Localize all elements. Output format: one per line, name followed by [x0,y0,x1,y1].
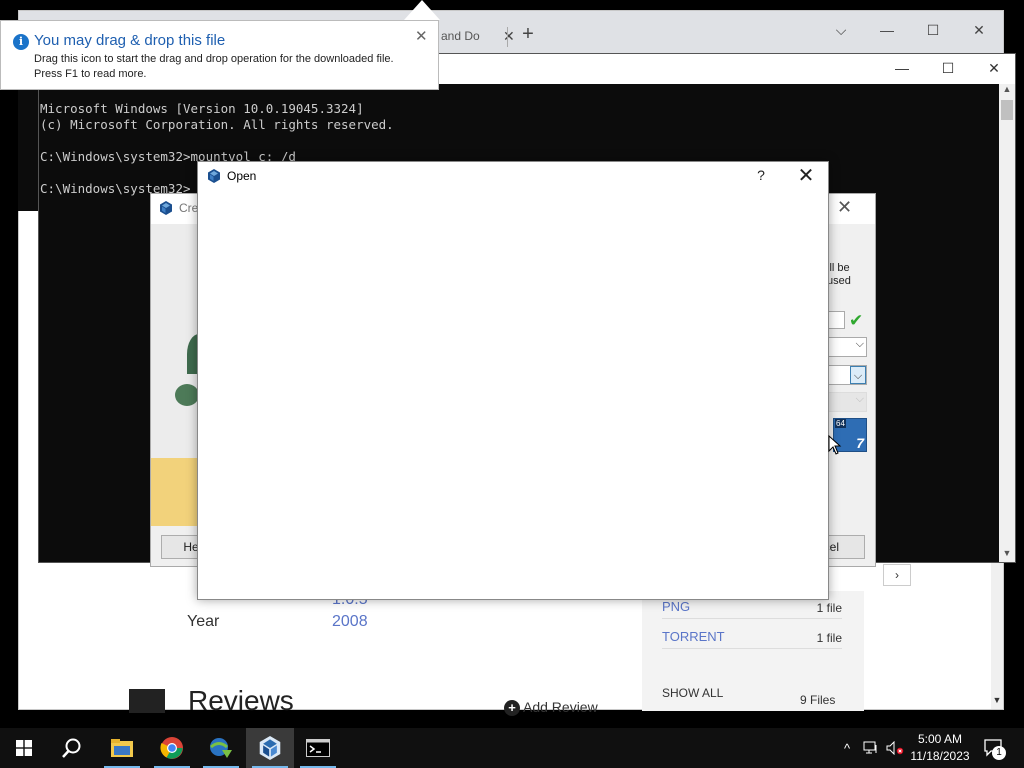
chevron-down-icon: ⌵ [855,393,864,405]
sand-decoration [151,458,199,526]
drag-drop-notification[interactable]: i You may drag & drop this file Drag thi… [0,0,440,90]
file-format-name[interactable]: PNG [662,599,690,614]
console-close-button[interactable]: ✕ [971,54,1017,84]
reviews-icon [129,689,165,713]
add-review-label: Add Review [523,699,598,715]
show-all-link[interactable]: SHOW ALL [662,686,723,700]
scroll-down-arrow-icon[interactable]: ▼ [999,548,1015,562]
system-clock[interactable]: 5:00 AM 11/18/2023 [904,731,976,765]
notification-body: Drag this icon to start the drag and dro… [34,52,434,82]
taskbar-file-explorer[interactable] [98,728,146,768]
scroll-down-arrow-icon[interactable]: ▼ [991,695,1003,709]
console-scrollbar[interactable]: ▲ ▼ [999,84,1015,562]
vm-name-field[interactable] [827,311,845,329]
browser-tab-title: and Do [441,29,480,43]
search-icon [62,738,81,758]
wizard-side-image [151,224,211,526]
notification-line: Drag this icon to start the drag and dro… [34,53,394,65]
hint-line: ill be [827,262,850,274]
taskbar-command-prompt[interactable] [294,728,342,768]
browser-tab[interactable]: and Do ✕ [441,21,527,53]
reviews-heading: Reviews [188,685,294,716]
console-line: ​ [40,133,394,149]
os-version-label: 7 [856,435,864,451]
close-icon[interactable]: ✕ [837,197,852,218]
open-dialog-titlebar[interactable]: Open ? ✕ [198,162,828,192]
notification-count-badge: 1 [992,746,1006,760]
folder-combo[interactable]: ⌵ [827,337,867,357]
os-subtype-combo: ⌵ [827,392,867,412]
new-tab-icon[interactable]: + [517,23,539,45]
console-minimize-button[interactable]: — [879,54,925,84]
leaf-decoration [175,384,199,406]
chevron-down-icon: ⌵ [850,366,866,384]
clock-time: 5:00 AM [917,732,963,746]
notification-pointer [404,0,440,20]
search-button[interactable] [48,728,96,768]
hint-line: used [827,275,851,287]
create-vm-title: Cre [179,201,199,215]
meta-year-label: Year [187,613,220,630]
tray-overflow-chevron-icon[interactable]: ^ [836,728,858,768]
file-format-count: 1 file [816,631,842,645]
virtualbox-icon [160,201,172,215]
add-circle-icon: + [504,700,520,716]
notification-heading: You may drag & drop this file [34,32,226,49]
browser-close-button[interactable]: ✕ [957,15,1001,45]
console-shadow-strip [18,81,39,211]
file-format-row[interactable]: TORRENT 1 file [662,625,842,649]
console-maximize-button[interactable]: ☐ [925,54,971,84]
add-review-button[interactable]: + Add Review [504,699,598,716]
meta-year-value[interactable]: 2008 [332,613,368,631]
help-icon[interactable]: ? [754,167,768,183]
volume-muted-icon[interactable] [884,728,906,768]
virtualbox-icon [259,736,281,760]
tab-close-icon[interactable]: ✕ [503,28,515,45]
files-total-count: 9 Files [800,693,836,707]
tab-separator [507,27,508,47]
scrollbar-thumb[interactable] [1001,100,1013,120]
open-dialog-title: Open [227,169,257,183]
console-line: Microsoft Windows [Version 10.0.19045.33… [40,101,364,116]
close-icon[interactable]: ✕ [796,163,816,188]
windows-logo-icon [16,740,32,756]
close-icon[interactable]: ✕ [415,27,428,45]
download-options-panel: PNG 1 file TORRENT 1 file SHOW ALL 9 Fil… [642,591,864,711]
carousel-next-icon[interactable]: › [883,564,911,586]
open-file-dialog[interactable]: Open ? ✕ [197,161,829,600]
chevron-down-icon: ⌵ [855,338,864,350]
folder-icon [111,739,133,757]
taskbar-download-manager[interactable] [197,728,245,768]
clock-date: 11/18/2023 [910,749,970,763]
os-type-combo[interactable]: ⌵ [827,365,867,385]
chrome-icon [160,737,183,759]
valid-check-icon: ✔ [849,311,864,330]
info-icon: i [13,34,29,50]
browser-minimize-button[interactable]: — [865,15,909,45]
os-bits-label: 64 [835,419,846,428]
file-format-name[interactable]: TORRENT [662,629,725,644]
taskbar-chrome[interactable] [148,728,196,768]
taskbar-virtualbox[interactable] [246,728,294,768]
taskbar: ^ 5:00 AM 11/18/2023 1 [0,728,1024,768]
console-line: (c) Microsoft Corporation. All rights re… [40,117,394,132]
tab-search-chevron-icon[interactable]: ⌵ [819,15,863,45]
action-center-button[interactable]: 1 [980,728,1008,768]
notification-line: Press F1 to read more. [34,68,147,80]
start-button[interactable] [0,728,48,768]
scroll-up-arrow-icon[interactable]: ▲ [999,84,1015,98]
terminal-icon [306,739,330,757]
name-hint-text: ill be used [827,262,851,288]
virtualbox-icon [208,169,220,183]
globe-download-icon [210,738,232,758]
file-format-count: 1 file [816,601,842,615]
browser-maximize-button[interactable]: ☐ [911,15,955,45]
network-icon[interactable] [860,728,882,768]
